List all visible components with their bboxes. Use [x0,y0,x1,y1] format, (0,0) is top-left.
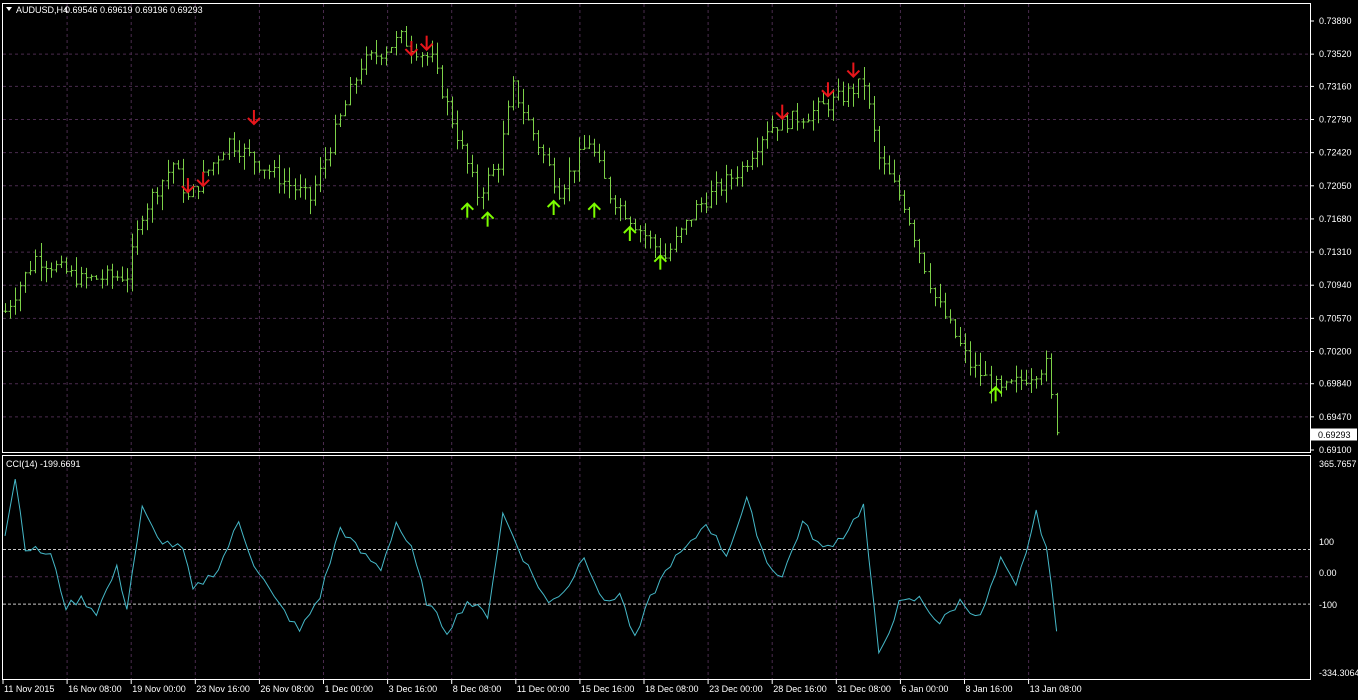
time-tick-label: 3 Dec 16:00 [389,684,438,694]
price-tick-label: 0.70940 [1319,280,1352,290]
price-tick-label: 0.70570 [1319,313,1352,323]
price-tick-label: 0.71310 [1319,247,1352,257]
price-tick-label: 0.69470 [1319,412,1352,422]
time-tick-label: 28 Dec 16:00 [773,684,827,694]
price-tick-label: 0.73520 [1319,49,1352,59]
time-tick-label: 18 Dec 08:00 [645,684,699,694]
time-tick-label: 1 Dec 00:00 [325,684,374,694]
time-tick-label: 6 Jan 00:00 [901,684,948,694]
chart-background [0,0,1358,700]
ohlc-readout: 0.69546 0.69619 0.69196 0.69293 [65,5,203,15]
cci-axis-100: 100 [1319,537,1334,547]
price-tick-label: 0.72790 [1319,115,1352,125]
time-tick-label: 26 Nov 08:00 [260,684,314,694]
time-tick-label: 16 Nov 08:00 [68,684,122,694]
time-tick-label: 15 Dec 16:00 [581,684,635,694]
time-tick-label: 23 Nov 16:00 [196,684,250,694]
cci-axis-minus100: -100 [1319,600,1337,610]
price-tick-label: 0.71680 [1319,214,1352,224]
current-price-text: 0.69293 [1318,430,1351,440]
symbol-title: AUDUSD,H4 [16,5,68,15]
price-tick-label: 0.69100 [1319,445,1352,455]
cci-axis-bottom: -334.3064 [1319,668,1358,678]
time-tick-label: 8 Jan 16:00 [966,684,1013,694]
price-tick-label: 0.69840 [1319,379,1352,389]
price-tick-label: 0.70200 [1319,346,1352,356]
price-tick-label: 0.72420 [1319,148,1352,158]
time-tick-label: 8 Dec 08:00 [453,684,502,694]
time-tick-label: 19 Nov 00:00 [132,684,186,694]
time-tick-label: 11 Nov 2015 [4,684,54,694]
time-tick-label: 31 Dec 08:00 [837,684,891,694]
price-tick-label: 0.73890 [1319,16,1352,26]
cci-axis-top: 365.7657 [1319,459,1357,469]
cci-axis-zero: 0.00 [1319,568,1337,578]
time-tick-label: 23 Dec 00:00 [709,684,763,694]
trading-chart[interactable]: AUDUSD,H4 0.69546 0.69619 0.69196 0.6929… [0,0,1358,700]
price-tick-label: 0.73160 [1319,81,1352,91]
cci-label: CCI(14) -199.6691 [6,459,81,469]
price-tick-label: 0.72050 [1319,181,1352,191]
time-tick-label: 13 Jan 08:00 [1030,684,1082,694]
time-tick-label: 11 Dec 00:00 [517,684,570,694]
